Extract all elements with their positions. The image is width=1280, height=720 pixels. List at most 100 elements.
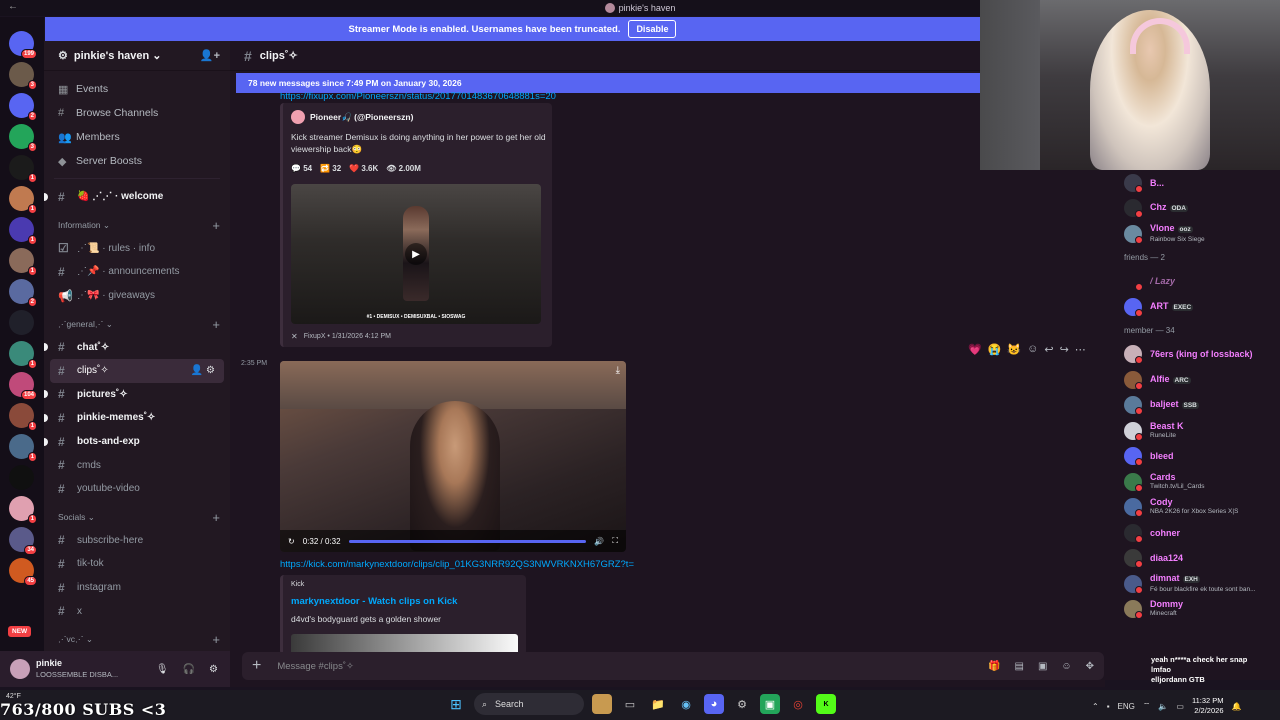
member-item[interactable]: baljeet SSB [1105,393,1280,419]
channel-item[interactable]: # bots-and-exp [44,430,230,454]
forward-icon[interactable]: ↪ [1060,343,1069,356]
server-icon[interactable]: 104 [9,372,37,400]
server-icon[interactable]: 199 [9,31,37,59]
server-icon[interactable]: 1 [9,403,37,431]
member-item[interactable]: bleed [1105,444,1280,470]
reaction-face-icon[interactable]: 😭 [988,343,1002,356]
invite-icon[interactable]: 👤+ [200,49,220,62]
tweet-video-thumbnail[interactable]: ▶ #1 • DEMISUX • DEMISUXBAL • SIOSWAG [291,184,541,324]
embed-author[interactable]: Pioneer🎣 (@Pioneerszn) [291,110,413,124]
back-arrow-icon[interactable]: ← [8,1,18,12]
server-icon[interactable]: 1 [9,341,37,369]
volume-tray-icon[interactable]: 🔈 [1158,702,1168,711]
channel-item[interactable]: # subscribe-here [44,529,230,553]
kick-app-icon[interactable]: K [816,694,836,714]
server-icon[interactable]: 1 [9,217,37,245]
video-player[interactable]: ⤓ ↻ 0:32 / 0:32 🔊 ⛶ [280,361,626,552]
member-item[interactable]: Beast K RuneLite [1105,418,1280,444]
add-channel-icon[interactable]: + [212,510,220,525]
channel-item[interactable]: # pictures˚✧ [44,383,230,407]
taskbar-search[interactable]: ⌕ Search [474,693,584,715]
settings-app-icon[interactable]: ⚙ [732,694,752,714]
chrome-icon[interactable]: ◎ [788,694,808,714]
battery-icon[interactable]: ▭ [1176,702,1184,711]
download-icon[interactable]: ⤓ [616,365,620,376]
channel-item[interactable]: # youtube-video [44,477,230,501]
member-item[interactable]: Dommy Minecraft [1105,597,1280,623]
tweet-link[interactable]: https://fixupx.com/Pioneerszn/status/201… [280,91,580,102]
server-icon[interactable]: 2 [9,93,37,121]
new-messages-bar[interactable]: 78 new messages since 7:49 PM on January… [236,73,1105,93]
member-item[interactable]: ART EXEC [1105,294,1280,320]
reaction-heart-icon[interactable]: 💗 [968,343,982,356]
channel-item[interactable]: ☑ ⋰📜 · rules · info [44,237,230,261]
member-item[interactable]: cohner [1105,520,1280,546]
tray-chevron-icon[interactable]: ⌃ [1092,702,1099,711]
embed-title[interactable]: markynextdoor - Watch clips on Kick [291,596,457,607]
video-progress-bar[interactable] [348,539,587,543]
server-icon[interactable]: 1 [9,248,37,276]
sticker-icon[interactable]: ▣ [1038,661,1047,672]
gif-icon[interactable]: ▤ [1014,661,1023,672]
volume-icon[interactable]: 🔊 [594,537,604,546]
steam-icon[interactable]: ◉ [676,694,696,714]
weather-widget[interactable]: 42°F [6,693,21,700]
taskbar-clock[interactable]: 11:32 PM 2/2/2026 [1192,696,1224,716]
category-general[interactable]: ⋰general⋰ ⌄ + [44,313,230,335]
play-icon[interactable]: ▶ [405,243,427,265]
channel-settings-icon[interactable]: 👤⚙ [191,365,218,376]
reaction-cat-icon[interactable]: 😺 [1007,343,1021,356]
microphone-icon[interactable]: 🎙 [156,664,169,675]
upload-plus-icon[interactable]: + [252,657,261,675]
channel-item[interactable]: # tik-tok [44,552,230,576]
embed-thumbnail[interactable] [291,634,518,654]
server-icon[interactable]: 3 [9,62,37,90]
emoji-icon[interactable]: ☺ [1061,661,1071,672]
member-item[interactable]: B... [1105,170,1280,196]
disable-streamer-mode-button[interactable]: Disable [628,20,677,38]
notifications-icon[interactable]: 🔔 [1232,702,1242,711]
server-icon[interactable] [9,310,34,335]
server-icon[interactable]: 1 [9,434,37,462]
member-item[interactable]: Chz ODA [1105,196,1280,222]
member-item[interactable]: Cards Twitch.tv/Lil_Cards [1105,469,1280,495]
tray-app-icon[interactable]: ▪ [1107,702,1110,711]
channel-item[interactable]: # clips˚✧ 👤⚙ [50,358,224,383]
gift-icon[interactable]: 🎁 [988,661,1000,672]
server-boosts-item[interactable]: ◆ Server Boosts [44,149,230,173]
channel-item[interactable]: # chat˚✧ [44,335,230,359]
channel-item[interactable]: # cmds [44,453,230,477]
reply-icon[interactable]: ↩ [1044,343,1053,356]
server-icon[interactable]: 3 [9,124,37,152]
server-header[interactable]: ⚙ pinkie's haven ⌄ 👤+ [44,41,230,71]
server-icon[interactable]: 1 [9,155,37,183]
category-socials[interactable]: Socials ⌄ + [44,507,230,529]
apps-icon[interactable]: ✥ [1086,661,1094,672]
member-item[interactable]: Alfie ARC [1105,367,1280,393]
headphones-icon[interactable]: 🎧 [183,664,195,675]
members-item[interactable]: 👥 Members [44,125,230,149]
message-input[interactable]: Message #clips˚✧ [277,661,354,672]
replay-icon[interactable]: ↻ [288,537,295,546]
server-icon[interactable] [9,465,34,490]
member-item[interactable]: Vlone ooz Rainbow Six Siege [1105,221,1280,247]
server-icon[interactable]: 1 [9,186,37,214]
language-indicator[interactable]: ENG [1118,702,1135,711]
fullscreen-icon[interactable]: ⛶ [612,536,618,546]
user-settings-icon[interactable]: ⚙ [209,664,218,675]
channel-item[interactable]: # pinkie-memes˚✧ [44,406,230,430]
file-explorer-icon[interactable]: 📁 [648,694,668,714]
category-information[interactable]: Information ⌄ + [44,215,230,237]
wifi-icon[interactable]: ⌔ [1143,701,1151,711]
member-item[interactable]: Cody NBA 2K26 for Xbox Series X|S [1105,495,1280,521]
category-vc[interactable]: ⋰vc⋰ ⌄ + [44,629,230,651]
discord-icon[interactable]: ◕ [704,694,724,714]
member-item[interactable]: dimnat EXH Fé bour blackfire ek toute sont… [1105,571,1280,597]
member-item[interactable]: diaa124 [1105,546,1280,572]
add-channel-icon[interactable]: + [212,632,220,647]
channel-welcome[interactable]: # 🍓 ⋰⋰ · welcome [44,185,230,209]
server-icon[interactable]: 2 [9,279,37,307]
server-icon[interactable]: 1 [9,496,37,524]
channel-item[interactable]: 📢 ⋰🎀 · giveaways [44,284,230,308]
member-item[interactable]: 76ers (king of lossback) [1105,342,1280,368]
